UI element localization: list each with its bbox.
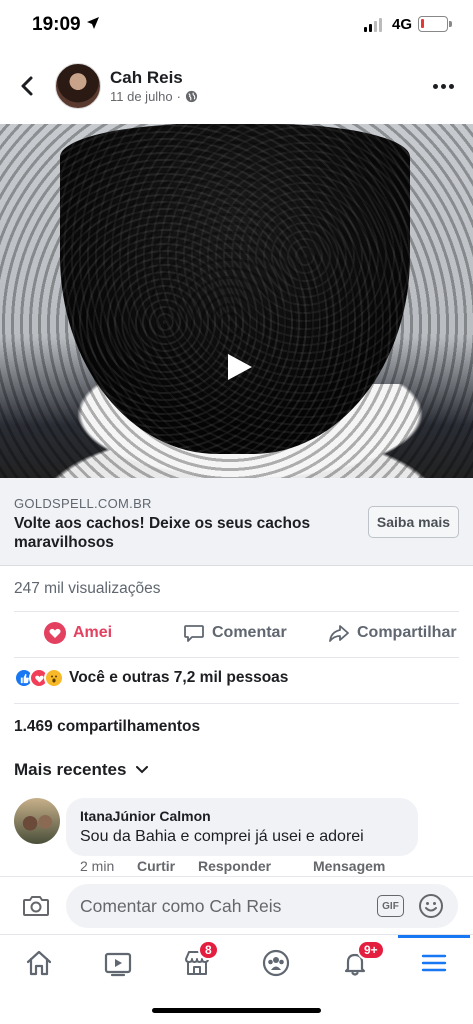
learn-more-button[interactable]: Saiba mais <box>368 506 459 538</box>
comment-like-link[interactable]: Curtir <box>137 858 175 874</box>
author-avatar[interactable] <box>55 63 101 109</box>
video-frame-curls <box>0 124 473 478</box>
status-time: 19:09 <box>32 14 81 35</box>
wow-reaction-icon <box>44 668 64 688</box>
battery-icon <box>418 16 452 32</box>
reactions-summary[interactable]: Você e outras 7,2 mil pessoas <box>14 668 288 688</box>
love-button[interactable]: Amei <box>44 622 112 644</box>
post-date[interactable]: 11 de julho <box>110 89 173 104</box>
comment-time: 2 min <box>80 858 115 874</box>
share-count[interactable]: 1.469 compartilhamentos <box>14 718 200 736</box>
comment-icon <box>184 625 204 642</box>
heart-icon <box>44 622 66 644</box>
tab-groups[interactable] <box>256 943 296 983</box>
tab-home[interactable] <box>19 943 59 983</box>
signal-icon <box>364 18 382 32</box>
comment-sort-dropdown[interactable]: Mais recentes <box>14 760 149 780</box>
video-player[interactable] <box>0 124 473 478</box>
bottom-tab-bar: 8 9+ <box>0 934 473 994</box>
chevron-down-icon <box>136 766 149 774</box>
author-name[interactable]: Cah Reis <box>110 68 183 88</box>
comment-message-link[interactable]: Mensagem <box>313 858 385 874</box>
link-domain: GOLDSPELL.COM.BR <box>14 496 152 511</box>
sort-label: Mais recentes <box>14 760 127 779</box>
comment-bubble: ItanaJúnior Calmon Sou da Bahia e compre… <box>66 798 418 856</box>
more-options-icon[interactable] <box>433 78 457 94</box>
watch-icon <box>104 952 132 977</box>
share-label: Compartilhar <box>357 624 457 641</box>
globe-icon <box>185 90 198 103</box>
comment-label: Comentar <box>212 624 287 641</box>
comment-text: Sou da Bahia e comprei já usei e adorei <box>80 828 364 845</box>
share-button[interactable]: Compartilhar <box>328 622 457 644</box>
comment-button[interactable]: Comentar <box>183 622 287 644</box>
link-preview-card[interactable]: GOLDSPELL.COM.BR Volte aos cachos! Deixe… <box>0 478 473 566</box>
gif-icon[interactable]: GIF <box>377 895 404 917</box>
comment-reply-link[interactable]: Responder <box>198 858 271 874</box>
home-icon <box>26 950 52 976</box>
marketplace-badge: 8 <box>198 940 219 960</box>
play-icon[interactable] <box>226 352 254 382</box>
reactions-text: Você e outras 7,2 mil pessoas <box>69 669 289 686</box>
post-actions: Amei Comentar Compartilhar <box>0 612 473 658</box>
divider <box>14 703 459 704</box>
love-label: Amei <box>73 624 113 641</box>
tab-menu[interactable] <box>414 943 454 983</box>
divider <box>14 657 459 658</box>
post-header: Cah Reis 11 de julho · <box>0 52 473 122</box>
view-count: 247 mil visualizações <box>14 580 161 597</box>
meta-separator: · <box>176 89 181 104</box>
comment-author[interactable]: ItanaJúnior Calmon <box>80 808 211 824</box>
notifications-badge: 9+ <box>357 940 385 960</box>
status-bar: 19:09 4G <box>0 0 473 50</box>
commenter-avatar[interactable] <box>14 798 60 844</box>
tab-watch[interactable] <box>98 943 138 983</box>
link-title: Volte aos cachos! Deixe os seus cachos m… <box>14 515 311 551</box>
network-type: 4G <box>392 16 413 33</box>
menu-icon <box>421 954 447 972</box>
share-icon <box>329 625 349 642</box>
groups-icon <box>262 949 290 977</box>
post-meta: 11 de julho · <box>110 89 198 104</box>
active-tab-indicator <box>398 935 470 938</box>
home-indicator <box>152 1008 321 1013</box>
emoji-icon[interactable] <box>418 893 444 919</box>
back-icon[interactable] <box>16 74 40 98</box>
comment-actions: 2 min Curtir Responder Mensagem <box>80 858 473 876</box>
camera-icon[interactable] <box>22 894 50 918</box>
location-arrow-icon <box>87 17 99 29</box>
comment-composer: GIF <box>0 876 473 934</box>
